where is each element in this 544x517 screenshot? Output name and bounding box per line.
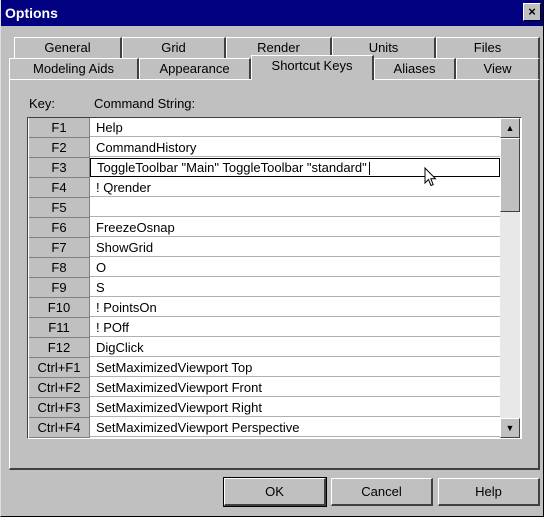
command-edit-field[interactable]: ToggleToolbar "Main" ToggleToolbar "stan… (90, 158, 500, 177)
command-string-cell[interactable]: SetMaximizedViewport Right (90, 398, 500, 417)
key-column-header: Key: (29, 96, 56, 111)
ok-button[interactable]: OK (223, 477, 327, 507)
tab-aliases[interactable]: Aliases (374, 58, 456, 80)
scroll-thumb[interactable] (500, 138, 520, 212)
command-string-cell[interactable]: ! PointsOn (90, 298, 500, 317)
tab-label: General (44, 40, 91, 55)
shortcut-key-cell: Ctrl+F1 (29, 358, 90, 378)
table-row[interactable]: F2 CommandHistory (29, 138, 501, 158)
table-row[interactable]: F10! PointsOn (29, 298, 501, 318)
tab-modeling-aids[interactable]: Modeling Aids (9, 58, 139, 80)
tab-view[interactable]: View (456, 58, 540, 80)
tab-appearance[interactable]: Appearance (139, 58, 251, 80)
table-row[interactable]: F1 Help (29, 118, 501, 138)
tab-label: Aliases (393, 61, 436, 76)
shortcut-key-cell: F3 (29, 158, 90, 178)
shortcut-key-cell: F6 (29, 218, 90, 238)
table-row[interactable]: F9 S (29, 278, 501, 298)
command-column-header: Command String: (94, 96, 196, 111)
tab-label: Files (473, 40, 502, 55)
table-row[interactable]: Ctrl+F1 SetMaximizedViewport Top (29, 358, 501, 378)
shortcut-key-cell: F10 (29, 298, 90, 318)
table-row[interactable]: Ctrl+F2 SetMaximizedViewport Front (29, 378, 501, 398)
mouse-pointer-icon (424, 167, 437, 187)
tab-files[interactable]: Files (436, 37, 540, 59)
command-string-cell[interactable]: ! Qrender (90, 178, 500, 197)
table-row[interactable]: F5 (29, 198, 501, 218)
table-row[interactable]: F11! POff (29, 318, 501, 338)
command-string-cell[interactable]: DigClick (90, 338, 500, 357)
tab-label: Render (257, 40, 300, 55)
cancel-button[interactable]: Cancel (331, 478, 433, 506)
shortcut-key-cell: F12 (29, 338, 90, 358)
tab-label: Modeling Aids (33, 61, 114, 76)
command-string-cell[interactable]: ! POff (90, 318, 500, 337)
command-string-cell[interactable]: Help (90, 118, 500, 137)
tab-general[interactable]: General (14, 37, 122, 59)
table-row[interactable]: F8 O (29, 258, 501, 278)
close-button[interactable]: × (523, 3, 541, 21)
shortcut-key-cell: F1 (29, 118, 90, 138)
command-string-cell[interactable]: O (90, 258, 500, 277)
command-string-cell[interactable]: SetMaximizedViewport Front (90, 378, 500, 397)
table-row[interactable]: F6 FreezeOsnap (29, 218, 501, 238)
table-row[interactable]: F7 ShowGrid (29, 238, 501, 258)
tab-label: Units (368, 40, 399, 55)
table-row[interactable]: Ctrl+F4 SetMaximizedViewport Perspective (29, 418, 501, 438)
shortcut-key-cell: F9 (29, 278, 90, 298)
scroll-down-button[interactable]: ▼ (500, 418, 520, 438)
shortcut-key-cell: F2 (29, 138, 90, 158)
ok-label: OK (265, 484, 284, 499)
shortcut-key-cell: F5 (29, 198, 90, 218)
close-icon: × (528, 4, 536, 19)
tab-label: Shortcut Keys (271, 58, 353, 73)
vertical-scrollbar[interactable]: ▲ ▼ (500, 118, 520, 438)
window-title: Options (5, 5, 58, 21)
shortcut-key-cell: Ctrl+F4 (29, 418, 90, 438)
table-row[interactable]: F12 DigClick (29, 338, 501, 358)
shortcut-key-cell: Ctrl+F3 (29, 398, 90, 418)
shortcut-list[interactable]: Ctrl+F4 SetMaximizedViewport Perspective C… (27, 117, 522, 439)
scroll-up-button[interactable]: ▲ (500, 118, 520, 138)
command-string-cell[interactable]: SetMaximizedViewport Top (90, 358, 500, 377)
tab-grid[interactable]: Grid (122, 37, 226, 59)
text-caret (368, 162, 370, 176)
shortcut-key-cell: F4 (29, 178, 90, 198)
title-bar: Options × (0, 0, 544, 26)
tab-label: Grid (161, 40, 186, 55)
command-string-cell[interactable]: ShowGrid (90, 238, 500, 257)
tab-label: Appearance (159, 61, 230, 76)
arrow-down-icon: ▼ (505, 423, 515, 433)
help-button[interactable]: Help (438, 478, 540, 506)
command-string-cell[interactable]: CommandHistory (90, 138, 500, 157)
shortcut-key-cell: F7 (29, 238, 90, 258)
shortcut-key-cell: F11 (29, 318, 90, 338)
shortcut-key-cell: Ctrl+F2 (29, 378, 90, 398)
help-label: Help (475, 484, 502, 499)
command-string-cell[interactable]: SetMaximizedViewport Perspective (90, 418, 500, 437)
table-row[interactable]: Ctrl+F3 SetMaximizedViewport Right (29, 398, 501, 418)
command-string-cell[interactable]: S (90, 278, 500, 297)
tab-label: View (483, 61, 512, 76)
command-string-cell[interactable] (90, 198, 500, 217)
cancel-label: Cancel (361, 484, 402, 499)
tab-shortcut-keys[interactable]: Shortcut Keys (251, 55, 374, 80)
command-string-cell[interactable]: FreezeOsnap (90, 218, 500, 237)
arrow-up-icon: ▲ (505, 123, 515, 133)
shortcut-key-cell: F8 (29, 258, 90, 278)
